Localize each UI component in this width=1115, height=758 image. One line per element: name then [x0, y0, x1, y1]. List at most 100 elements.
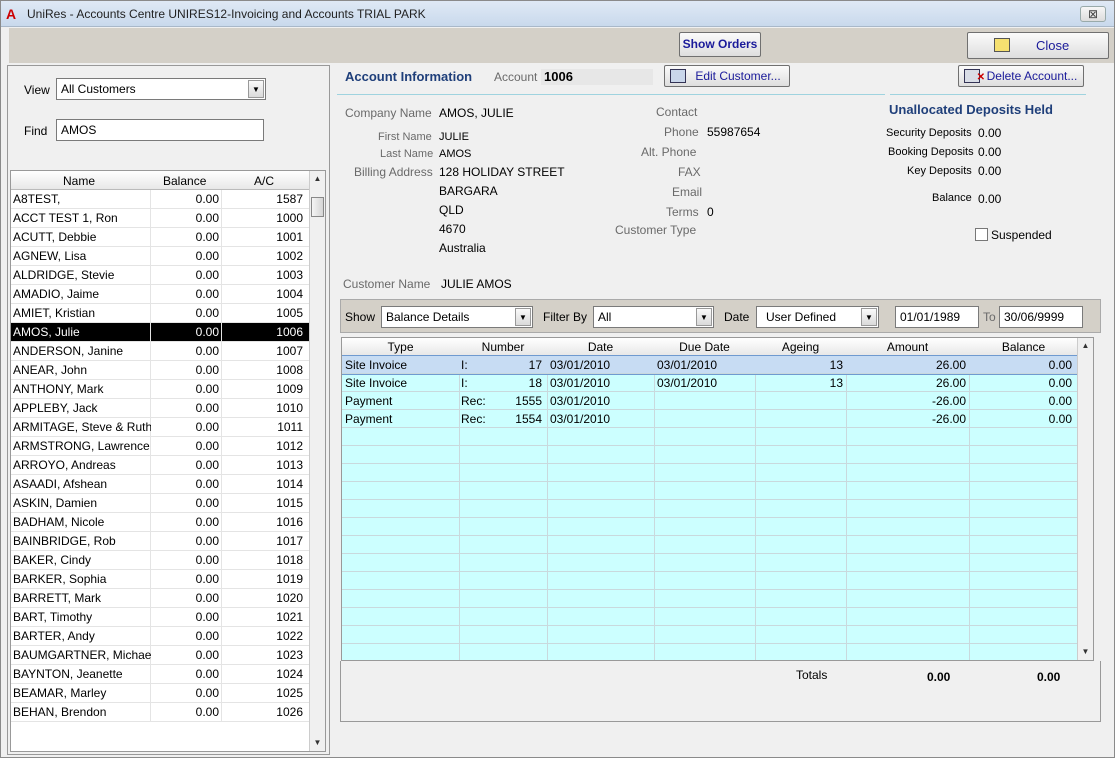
customer-list-scrollbar[interactable]: ▲ ▼ — [309, 171, 325, 751]
customer-balance: 0.00 — [195, 439, 219, 453]
column-header-name[interactable]: Name — [63, 174, 95, 188]
column-header-amount[interactable]: Amount — [846, 340, 969, 354]
customer-row[interactable]: AMADIO, Jaime 0.00 1004 — [11, 285, 311, 304]
close-button[interactable]: Close — [967, 32, 1109, 59]
customer-row[interactable]: AGNEW, Lisa 0.00 1002 — [11, 247, 311, 266]
unires-logo-icon: A — [6, 6, 17, 22]
customer-balance: 0.00 — [195, 515, 219, 529]
column-header-balance[interactable]: Balance — [969, 340, 1078, 354]
customer-name: ACCT TEST 1, Ron — [13, 211, 118, 225]
customer-row[interactable]: BAINBRIDGE, Rob 0.00 1017 — [11, 532, 311, 551]
show-select[interactable]: Balance Details ▼ — [381, 306, 533, 328]
address-line-5: Australia — [439, 241, 486, 255]
transaction-row[interactable]: Payment Rec: 1555 03/01/2010 -26.00 0.00 — [342, 392, 1078, 410]
customer-name: ALDRIDGE, Stevie — [13, 268, 115, 282]
view-select[interactable]: All Customers ▼ — [56, 78, 266, 100]
customer-row[interactable]: ARMSTRONG, Lawrence 0.00 1012 — [11, 437, 311, 456]
customer-row[interactable]: ANEAR, John 0.00 1008 — [11, 361, 311, 380]
scroll-up-icon[interactable]: ▲ — [310, 171, 325, 187]
chevron-down-icon[interactable]: ▼ — [696, 308, 712, 326]
phone-value: 55987654 — [707, 125, 761, 139]
transaction-ageing: 13 — [829, 376, 843, 390]
customer-account-number: 1013 — [276, 458, 303, 472]
customer-row[interactable]: ACCT TEST 1, Ron 0.00 1000 — [11, 209, 311, 228]
booking-deposits-label: Booking Deposits — [888, 146, 974, 158]
customer-row[interactable]: ALDRIDGE, Stevie 0.00 1003 — [11, 266, 311, 285]
customer-account-number: 1024 — [276, 667, 303, 681]
customer-balance: 0.00 — [195, 553, 219, 567]
transaction-number: 1555 — [515, 394, 542, 408]
find-input[interactable]: AMOS — [56, 119, 264, 141]
customer-account-number: 1011 — [277, 420, 303, 434]
customer-list[interactable]: Name Balance A/C A8TEST, 0.00 1587 ACCT TES… — [10, 170, 326, 752]
transactions-grid[interactable]: Type Number Date Due Date Ageing Amount Balanc… — [341, 337, 1094, 661]
customer-row[interactable]: ARROYO, Andreas 0.00 1013 — [11, 456, 311, 475]
scroll-down-icon[interactable]: ▼ — [310, 735, 325, 751]
transaction-row[interactable]: Site Invoice I: 18 03/01/2010 03/01/2010 13 26… — [342, 374, 1078, 392]
chevron-down-icon[interactable]: ▼ — [248, 80, 264, 98]
column-header-due-date[interactable]: Due Date — [654, 340, 755, 354]
edit-customer-button[interactable]: Edit Customer... — [664, 65, 790, 87]
last-name-value: AMOS — [439, 148, 472, 160]
column-header-date[interactable]: Date — [547, 340, 654, 354]
customer-account-number: 1025 — [276, 686, 303, 700]
column-header-number[interactable]: Number — [459, 340, 547, 354]
column-header-ageing[interactable]: Ageing — [755, 340, 846, 354]
transaction-row[interactable]: Site Invoice I: 17 03/01/2010 03/01/2010 13 26… — [342, 355, 1079, 375]
to-date-input[interactable]: 30/06/9999 — [999, 306, 1083, 328]
customer-row[interactable]: AMIET, Kristian 0.00 1005 — [11, 304, 311, 323]
customer-row[interactable]: BARKER, Sophia 0.00 1019 — [11, 570, 311, 589]
customer-name: BARTER, Andy — [13, 629, 95, 643]
customer-row[interactable]: BEAMAR, Marley 0.00 1025 — [11, 684, 311, 703]
customer-balance: 0.00 — [195, 382, 219, 396]
transaction-number-prefix: I: — [461, 376, 468, 390]
chevron-down-icon[interactable]: ▼ — [515, 308, 531, 326]
first-name-value: JULIE — [439, 131, 469, 143]
last-name-label: Last Name — [380, 148, 434, 160]
transaction-date: 03/01/2010 — [550, 376, 611, 390]
column-header-type[interactable]: Type — [342, 340, 459, 354]
date-select[interactable]: User Defined ▼ — [756, 306, 879, 328]
customer-row[interactable]: BAYNTON, Jeanette 0.00 1024 — [11, 665, 311, 684]
customer-name: AGNEW, Lisa — [13, 249, 87, 263]
transaction-type: Site Invoice — [345, 358, 408, 372]
customer-row[interactable]: BAUMGARTNER, Michael 0.00 1023 — [11, 646, 311, 665]
customer-row[interactable]: BAKER, Cindy 0.00 1018 — [11, 551, 311, 570]
chevron-down-icon[interactable]: ▼ — [861, 308, 877, 326]
customer-row[interactable]: ANDERSON, Janine 0.00 1007 — [11, 342, 311, 361]
filter-by-select[interactable]: All ▼ — [593, 306, 714, 328]
customer-row[interactable]: ASAADI, Afshean 0.00 1014 — [11, 475, 311, 494]
column-header-balance[interactable]: Balance — [163, 174, 206, 188]
customer-row[interactable]: BARRETT, Mark 0.00 1020 — [11, 589, 311, 608]
address-line-4: 4670 — [439, 222, 466, 236]
show-orders-button[interactable]: Show Orders — [679, 32, 761, 57]
customer-row[interactable]: A8TEST, 0.00 1587 — [11, 190, 311, 209]
customer-row[interactable]: APPLEBY, Jack 0.00 1010 — [11, 399, 311, 418]
customer-row[interactable]: ARMITAGE, Steve & Ruth 0.00 1011 — [11, 418, 311, 437]
account-number: 1006 — [541, 69, 653, 85]
grid-scrollbar[interactable]: ▲ ▼ — [1077, 338, 1093, 660]
customer-row[interactable]: BADHAM, Nicole 0.00 1016 — [11, 513, 311, 532]
scroll-thumb[interactable] — [311, 197, 324, 217]
customer-row[interactable]: BARTER, Andy 0.00 1022 — [11, 627, 311, 646]
customer-row[interactable]: BART, Timothy 0.00 1021 — [11, 608, 311, 627]
customer-row[interactable]: BEHAN, Brendon 0.00 1026 — [11, 703, 311, 722]
customer-row[interactable]: AMOS, Julie 0.00 1006 — [11, 323, 311, 342]
window-title: UniRes - Accounts Centre UNIRES12-Invoic… — [27, 7, 426, 21]
customer-row[interactable]: ANTHONY, Mark 0.00 1009 — [11, 380, 311, 399]
transaction-number: 17 — [528, 358, 542, 372]
transaction-row[interactable]: Payment Rec: 1554 03/01/2010 -26.00 0.00 — [342, 410, 1078, 428]
to-label: To — [983, 310, 996, 324]
find-label: Find — [24, 124, 48, 138]
delete-account-button[interactable]: Delete Account... — [958, 65, 1084, 88]
transaction-amount: -26.00 — [931, 394, 966, 408]
column-header-ac[interactable]: A/C — [254, 174, 274, 188]
transaction-balance: 0.00 — [1048, 394, 1072, 408]
window-close-button[interactable]: ⊠ — [1080, 6, 1106, 22]
customer-row[interactable]: ACUTT, Debbie 0.00 1001 — [11, 228, 311, 247]
scroll-up-icon[interactable]: ▲ — [1078, 338, 1093, 354]
scroll-down-icon[interactable]: ▼ — [1078, 644, 1093, 660]
suspended-checkbox[interactable] — [975, 228, 988, 241]
customer-row[interactable]: ASKIN, Damien 0.00 1015 — [11, 494, 311, 513]
from-date-input[interactable]: 01/01/1989 — [895, 306, 979, 328]
